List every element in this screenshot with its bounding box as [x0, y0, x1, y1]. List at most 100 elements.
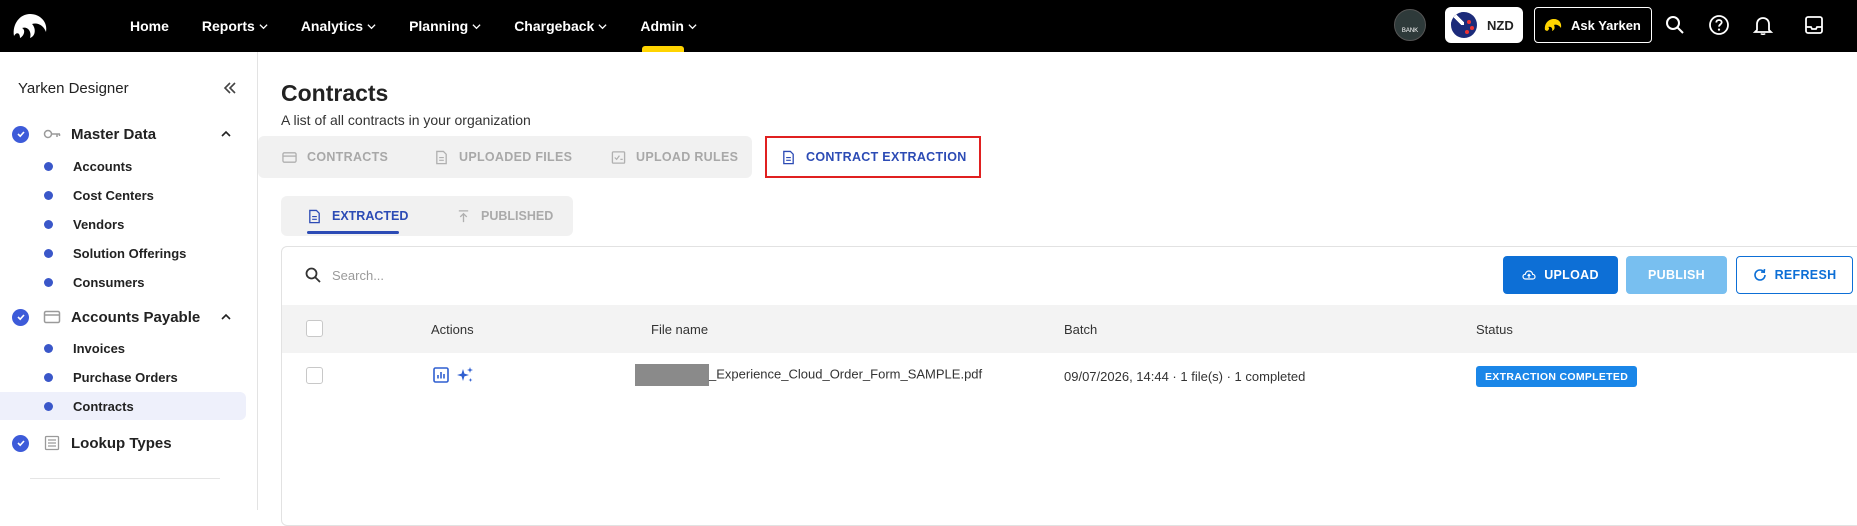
- nav-reports-label: Reports: [201, 18, 255, 34]
- search-icon: [305, 267, 321, 283]
- tab-contracts[interactable]: CONTRACTS: [282, 136, 388, 178]
- sidebar-group-label: Accounts Payable: [71, 308, 201, 326]
- main-nav: Home Reports Analytics Planning Chargeba…: [130, 0, 730, 52]
- collapse-sidebar-icon[interactable]: [222, 80, 238, 96]
- refresh-button[interactable]: REFRESH: [1736, 256, 1853, 294]
- bullet-dot: [44, 248, 53, 258]
- nav-admin[interactable]: Admin: [640, 0, 697, 52]
- column-header-actions[interactable]: Actions: [431, 322, 474, 337]
- sidebar-item-label: Solution Offerings: [73, 245, 187, 261]
- sidebar-divider: [30, 478, 220, 479]
- sidebar: Yarken Designer Master Data Accounts Cos…: [0, 52, 258, 510]
- nav-home[interactable]: Home: [130, 0, 169, 52]
- sidebar-group-label: Master Data: [71, 125, 157, 143]
- file-name-cell[interactable]: _Experience_Cloud_Order_Form_SAMPLE.pdf: [635, 364, 982, 386]
- upload-arrow-icon: [458, 209, 469, 222]
- bullet-dot: [44, 190, 53, 200]
- bullet-dot: [44, 372, 53, 382]
- publish-label: PUBLISH: [1648, 268, 1705, 282]
- upload-button[interactable]: UPLOAD: [1503, 256, 1618, 294]
- sidebar-group-accounts-payable[interactable]: Accounts Payable: [12, 305, 232, 329]
- currency-selector[interactable]: NZD: [1445, 7, 1523, 43]
- subtab-published[interactable]: PUBLISHED: [456, 196, 553, 236]
- sidebar-item-label: Invoices: [73, 340, 126, 356]
- nav-reports[interactable]: Reports: [202, 0, 268, 52]
- key-icon: [43, 129, 61, 139]
- sidebar-item-label: Vendors: [73, 216, 125, 232]
- check-icon: [12, 308, 29, 326]
- file-icon: [436, 150, 447, 164]
- column-header-batch[interactable]: Batch: [1064, 322, 1097, 337]
- sidebar-item-solution-offerings[interactable]: Solution Offerings: [0, 239, 246, 267]
- bullet-dot: [44, 161, 53, 171]
- publish-button[interactable]: PUBLISH: [1626, 256, 1727, 294]
- tab-label: CONTRACTS: [307, 150, 389, 164]
- help-icon[interactable]: [1708, 14, 1730, 36]
- card-icon: [282, 151, 297, 163]
- cloud-upload-icon: [1522, 270, 1536, 280]
- list-icon: [44, 435, 60, 451]
- bell-icon[interactable]: [1752, 14, 1774, 36]
- row-checkbox[interactable]: [306, 367, 323, 384]
- tab-upload-rules[interactable]: UPLOAD RULES: [611, 136, 738, 178]
- report-chart-icon[interactable]: [432, 366, 450, 384]
- page-title: Contracts: [281, 80, 389, 106]
- sidebar-item-label: Purchase Orders: [73, 369, 178, 385]
- tab-label: UPLOAD RULES: [636, 150, 739, 164]
- search-icon[interactable]: [1664, 14, 1686, 36]
- redacted-block: [635, 364, 709, 386]
- subtab-label: EXTRACTED: [332, 209, 409, 223]
- page-subtitle: A list of all contracts in your organiza…: [281, 112, 531, 128]
- nav-planning[interactable]: Planning: [409, 0, 481, 52]
- card-icon: [43, 310, 61, 324]
- nav-analytics[interactable]: Analytics: [301, 0, 376, 52]
- nav-chargeback-label: Chargeback: [514, 18, 595, 34]
- refresh-label: REFRESH: [1774, 268, 1837, 282]
- sidebar-item-cost-centers[interactable]: Cost Centers: [0, 181, 246, 209]
- sidebar-item-purchase-orders[interactable]: Purchase Orders: [0, 363, 246, 391]
- chevron-up-icon[interactable]: [220, 128, 232, 140]
- subtab-label: PUBLISHED: [481, 209, 554, 223]
- nav-planning-label: Planning: [409, 18, 469, 34]
- sidebar-item-label: Accounts: [73, 158, 133, 174]
- rules-icon: [611, 150, 626, 164]
- tab-uploaded-files[interactable]: UPLOADED FILES: [434, 136, 572, 178]
- inbox-icon[interactable]: [1803, 14, 1825, 36]
- check-icon: [12, 125, 29, 143]
- tab-contract-extraction[interactable]: CONTRACT EXTRACTION: [765, 136, 981, 178]
- chevron-down-icon: [367, 23, 376, 29]
- check-icon: [12, 434, 29, 452]
- refresh-icon: [1753, 268, 1766, 281]
- sidebar-item-contracts[interactable]: Contracts: [0, 392, 246, 420]
- sidebar-group-master-data[interactable]: Master Data: [12, 122, 232, 146]
- yarken-logo-icon[interactable]: [10, 10, 50, 42]
- bullet-dot: [44, 343, 53, 353]
- nav-home-label: Home: [130, 18, 169, 34]
- nav-chargeback[interactable]: Chargeback: [514, 0, 607, 52]
- sidebar-group-lookup-types[interactable]: Lookup Types: [12, 431, 232, 455]
- select-all-checkbox[interactable]: [306, 320, 323, 337]
- sidebar-item-label: Contracts: [73, 398, 134, 414]
- column-header-status[interactable]: Status: [1476, 322, 1513, 337]
- ask-yarken-button[interactable]: Ask Yarken: [1534, 7, 1652, 43]
- column-header-file-name[interactable]: File name: [651, 322, 708, 337]
- sidebar-item-label: Consumers: [73, 274, 145, 290]
- subtab-extracted[interactable]: EXTRACTED: [307, 196, 408, 236]
- sidebar-item-invoices[interactable]: Invoices: [0, 334, 246, 362]
- sidebar-item-consumers[interactable]: Consumers: [0, 268, 246, 296]
- bullet-dot: [44, 277, 53, 287]
- bank-avatar[interactable]: BANK: [1394, 9, 1426, 41]
- chevron-down-icon: [259, 23, 268, 29]
- tab-label: UPLOADED FILES: [459, 150, 573, 164]
- ai-sparkle-icon[interactable]: [456, 366, 474, 384]
- nav-analytics-label: Analytics: [300, 18, 364, 34]
- chevron-up-icon[interactable]: [220, 311, 232, 323]
- sidebar-item-vendors[interactable]: Vendors: [0, 210, 246, 238]
- file-name-text: _Experience_Cloud_Order_Form_SAMPLE.pdf: [709, 366, 983, 382]
- sidebar-item-accounts[interactable]: Accounts: [0, 152, 246, 180]
- bullet-dot: [44, 219, 53, 229]
- sidebar-title: Yarken Designer: [18, 80, 129, 97]
- document-icon: [783, 150, 794, 164]
- upload-label: UPLOAD: [1544, 268, 1599, 282]
- search-input[interactable]: [332, 264, 932, 286]
